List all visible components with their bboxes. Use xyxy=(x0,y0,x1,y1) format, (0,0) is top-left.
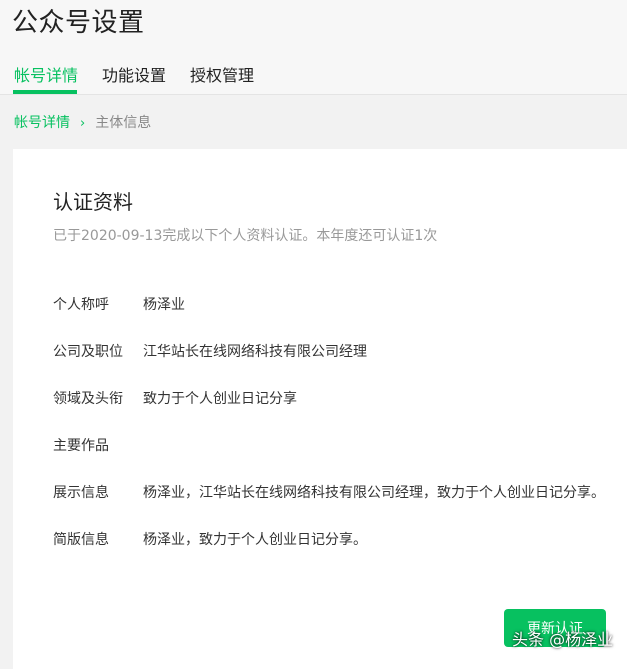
card-title: 认证资料 xyxy=(53,190,133,214)
page-title: 公众号设置 xyxy=(12,8,145,38)
info-label: 公司及职位 xyxy=(53,344,123,360)
chevron-right-icon: › xyxy=(80,116,86,131)
info-row-display-info: 展示信息 杨泽业，江华站长在线网络科技有限公司经理，致力于个人创业日记分享。 xyxy=(53,482,605,502)
info-value: 致力于个人创业日记分享 xyxy=(143,391,297,407)
active-tab-indicator xyxy=(13,90,77,94)
watermark: 头条 @杨泽业 xyxy=(512,630,614,649)
card-description: 已于2020-09-13完成以下个人资料认证。本年度还可认证1次 xyxy=(53,228,438,244)
info-value: 杨泽业，致力于个人创业日记分享。 xyxy=(143,532,367,548)
info-label: 领域及头衔 xyxy=(53,391,123,407)
info-row-main-works: 主要作品 xyxy=(53,435,143,455)
tab-authorization-management[interactable]: 授权管理 xyxy=(190,62,254,86)
breadcrumb: 帐号详情 › 主体信息 xyxy=(14,112,151,132)
breadcrumb-current: 主体信息 xyxy=(95,115,152,131)
info-label: 主要作品 xyxy=(53,438,109,454)
info-row-brief-info: 简版信息 杨泽业，致力于个人创业日记分享。 xyxy=(53,529,367,549)
info-value: 杨泽业 xyxy=(143,297,185,313)
tab-account-details[interactable]: 帐号详情 xyxy=(14,62,78,86)
tab-function-settings[interactable]: 功能设置 xyxy=(102,62,166,86)
info-row-nickname: 个人称呼 杨泽业 xyxy=(53,294,185,314)
certification-card: 认证资料 已于2020-09-13完成以下个人资料认证。本年度还可认证1次 个人… xyxy=(13,149,627,669)
info-value: 杨泽业，江华站长在线网络科技有限公司经理，致力于个人创业日记分享。 xyxy=(143,485,605,501)
top-header: 公众号设置 帐号详情 功能设置 授权管理 xyxy=(0,0,627,95)
info-row-field-title: 领域及头衔 致力于个人创业日记分享 xyxy=(53,388,297,408)
info-label: 简版信息 xyxy=(53,532,109,548)
info-label: 个人称呼 xyxy=(53,297,109,313)
breadcrumb-account-details-link[interactable]: 帐号详情 xyxy=(14,115,70,131)
info-value: 江华站长在线网络科技有限公司经理 xyxy=(143,344,367,360)
info-label: 展示信息 xyxy=(53,485,109,501)
info-row-company-position: 公司及职位 江华站长在线网络科技有限公司经理 xyxy=(53,341,367,361)
